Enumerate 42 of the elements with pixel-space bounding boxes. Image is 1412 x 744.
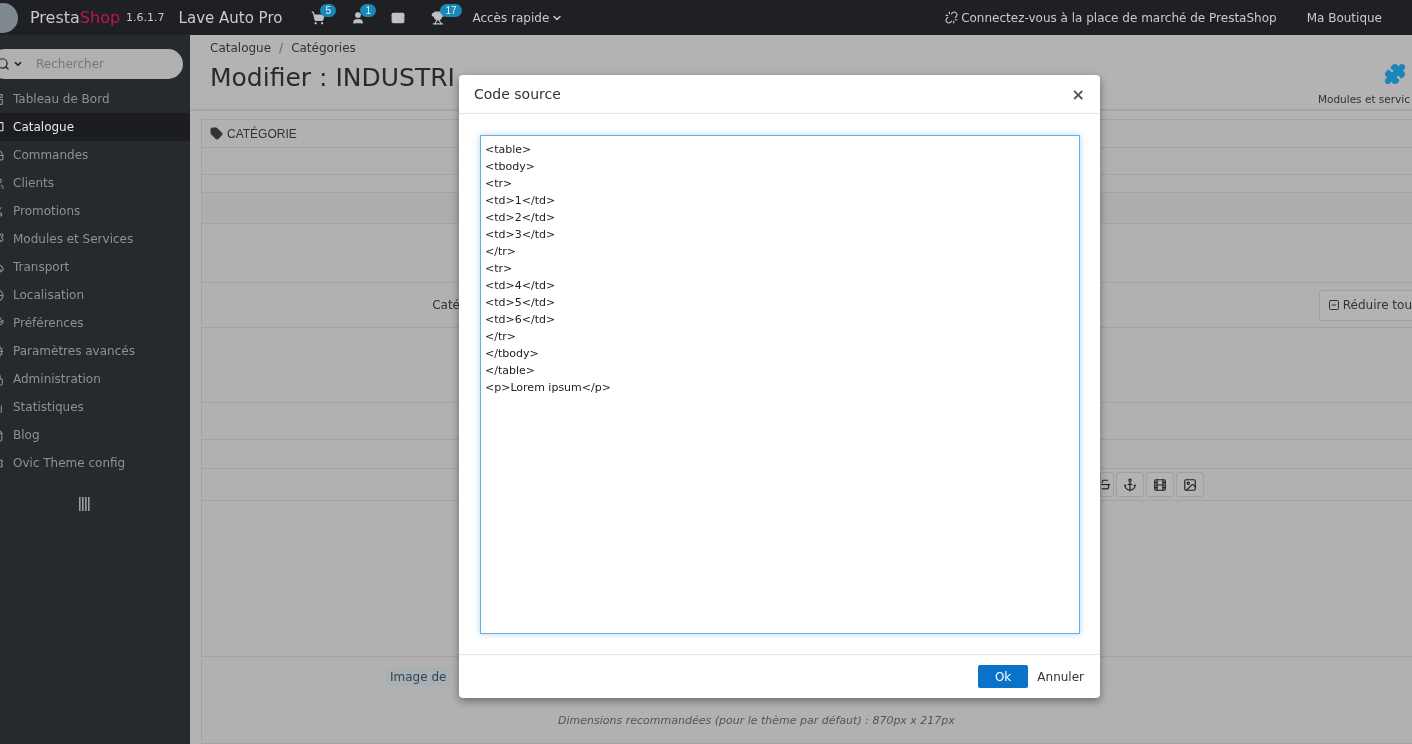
shop-link[interactable]: Ma Boutique — [1306, 10, 1382, 25]
collapse-all-button[interactable]: Réduire tou — [1318, 289, 1412, 321]
sidebar-item[interactable]: Préférences — [0, 309, 190, 337]
shop-name: Lave Auto Pro — [178, 8, 283, 27]
sidebar-item[interactable]: Modules et Services — [0, 225, 190, 253]
count-badge: 5 — [320, 3, 336, 17]
source-code-field[interactable]: <table> <tbody> <tr> <td>1</td> <td>2</td> <td>3</td> </tr> <tr> <td>4</td> <td>5</td> <td>6</td> </tr> </tbody> </table> <p>Lorem ipsum</p> — [480, 135, 1080, 634]
sidebar-item[interactable]: Blog — [0, 421, 190, 449]
sidebar-item[interactable]: Transport — [0, 253, 190, 281]
trophy-notification-button[interactable]: 17 — [418, 2, 459, 33]
page-title: Modifier : INDUSTRI — [210, 63, 455, 92]
sidebar-item[interactable]: Statistiques — [0, 393, 190, 421]
sidebar-item[interactable]: Commandes — [0, 141, 190, 169]
count-badge: 1 — [360, 3, 376, 17]
customer-notification-button[interactable]: 1 — [338, 2, 379, 33]
sidebar-item[interactable]: Catalogue — [0, 113, 190, 141]
modules-toolbar-button[interactable]: Modules et servic — [1317, 41, 1410, 109]
breadcrumb-link[interactable]: Catégories — [291, 41, 356, 55]
quick-access-menu[interactable]: Accès rapide — [466, 9, 570, 26]
field-label: Caté — [431, 298, 460, 312]
cancel-button[interactable]: Annuler — [1036, 665, 1085, 688]
version-label: 1.6.1.7 — [126, 11, 165, 24]
search-field[interactable]: Rechercher — [0, 49, 183, 79]
cart-notification-button[interactable]: 5 — [298, 2, 339, 33]
dialog-title: Code source — [474, 86, 561, 102]
marketplace-link[interactable]: Connectez-vous à la place de marché de PrestaShop — [945, 10, 1277, 25]
count-badge: 17 — [440, 3, 462, 17]
hint-text: Dimensions recommandées (pour le thème par défaut) : 870px x 217px — [558, 713, 955, 727]
sidebar-item[interactable]: Clients — [0, 169, 190, 197]
panel-heading: CATÉGORIE — [227, 126, 297, 141]
ok-button[interactable]: Ok — [977, 665, 1029, 688]
close-button[interactable]: × — [1071, 84, 1085, 104]
sidebar-item[interactable]: Tableau de Bord — [0, 85, 190, 113]
field-label: Image de — [386, 668, 451, 686]
sidebar-item[interactable]: Administration — [0, 365, 190, 393]
sidebar-item[interactable]: Ovic Theme config — [0, 449, 190, 477]
sidebar-item[interactable]: Promotions — [0, 197, 190, 225]
sidebar-item[interactable]: Paramètres avancés — [0, 337, 190, 365]
brand-logo: PrestaShop — [30, 8, 121, 27]
sidebar-item[interactable]: Localisation — [0, 281, 190, 309]
breadcrumb-separator: / — [279, 41, 284, 55]
breadcrumb-link[interactable]: Catalogue — [210, 41, 272, 55]
